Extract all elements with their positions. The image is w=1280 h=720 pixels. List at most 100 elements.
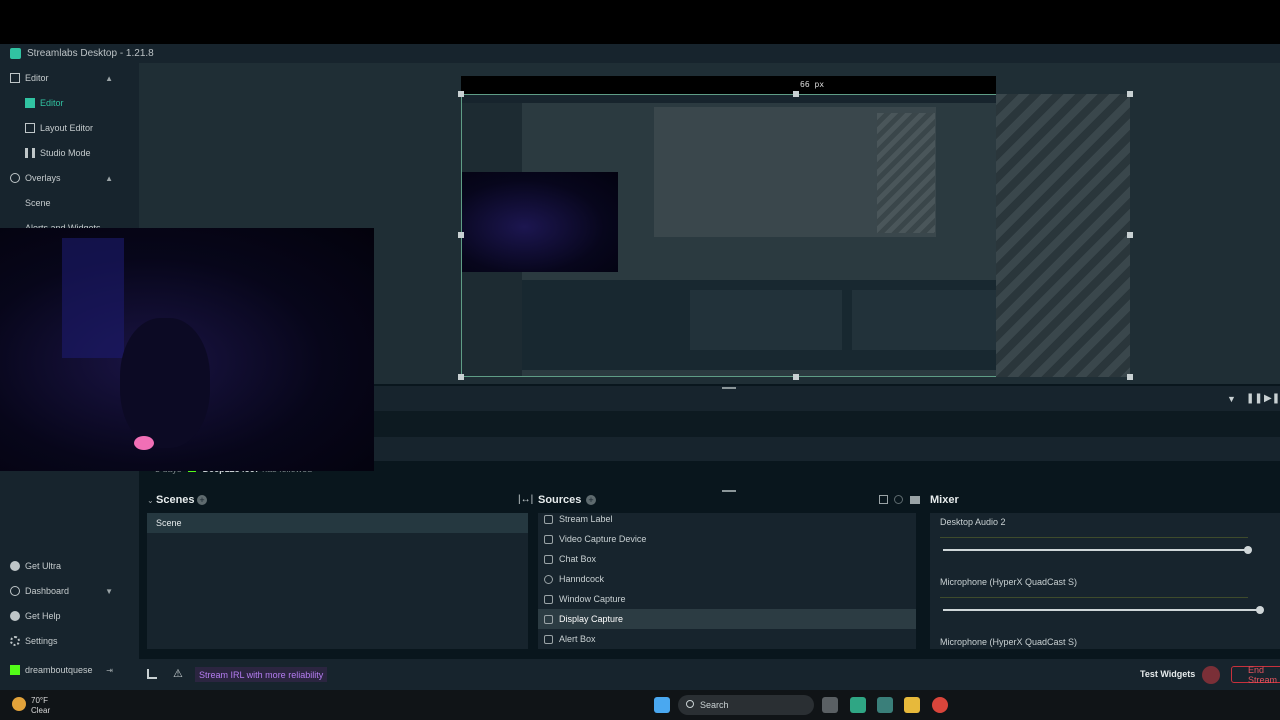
sidebar-item-label: dreamboutquese bbox=[25, 665, 93, 675]
weather-temp: 70°F bbox=[31, 696, 48, 705]
source-visibility-icon[interactable] bbox=[894, 495, 903, 504]
search-icon bbox=[686, 700, 694, 708]
sidebar-section-overlays[interactable]: Overlays ▲ bbox=[0, 168, 139, 188]
source-item[interactable]: Stream Label bbox=[538, 509, 916, 529]
drag-handle[interactable] bbox=[722, 387, 736, 389]
sidebar-item-editor[interactable]: Editor bbox=[0, 93, 139, 113]
sidebar-item-label: Get Help bbox=[25, 611, 61, 621]
sidebar-item-label: Dashboard bbox=[25, 586, 70, 596]
chrome-icon[interactable] bbox=[932, 697, 948, 713]
audio-meter bbox=[940, 537, 1248, 538]
sidebar-item-get-help[interactable]: Get Help bbox=[0, 606, 139, 626]
pause-icon[interactable]: ❚❚ bbox=[1246, 393, 1263, 404]
search-placeholder: Search bbox=[700, 700, 729, 710]
resize-handle[interactable] bbox=[458, 374, 464, 380]
source-item[interactable]: Alert Box bbox=[538, 629, 916, 649]
drag-handle[interactable] bbox=[722, 490, 736, 492]
chat-icon bbox=[544, 554, 553, 564]
app-taskbar-icon[interactable] bbox=[877, 697, 893, 713]
kick-logo-icon bbox=[10, 665, 20, 675]
scene-transitions-icon[interactable]: |↔| bbox=[518, 494, 533, 505]
monitor-icon bbox=[544, 614, 553, 624]
sidebar-section-editor[interactable]: Editor ▲ bbox=[0, 68, 139, 88]
overlays-icon bbox=[10, 173, 20, 183]
resize-handle[interactable] bbox=[458, 91, 464, 97]
dashboard-icon bbox=[10, 586, 20, 596]
camera-icon bbox=[544, 534, 553, 544]
canvas-overflow-hatch bbox=[996, 94, 1130, 377]
sidebar-item-label: Get Ultra bbox=[25, 561, 62, 571]
sidebar-item-label: Overlays bbox=[25, 173, 61, 183]
mixer-channel-name: Microphone (HyperX QuadCast S) bbox=[940, 577, 1078, 587]
sidebar-item-settings[interactable]: Settings bbox=[0, 631, 139, 651]
sidebar-item-get-ultra[interactable]: Get Ultra bbox=[0, 556, 139, 576]
volume-slider[interactable] bbox=[943, 549, 1248, 551]
add-scene-icon[interactable]: + bbox=[197, 495, 207, 505]
source-label: Hanndcock bbox=[559, 574, 605, 584]
chevron-up-icon[interactable]: ▲ bbox=[105, 174, 113, 183]
streamlabs-taskbar-icon[interactable] bbox=[850, 697, 866, 713]
volume-slider[interactable] bbox=[943, 609, 1260, 611]
sidebar-item-scene[interactable]: Scene bbox=[0, 193, 139, 213]
source-item[interactable]: Window Capture bbox=[538, 589, 916, 609]
pixel-readout: 66 px bbox=[800, 80, 825, 89]
streamlabs-logo-icon bbox=[10, 48, 21, 59]
sidebar-item-label: Editor bbox=[25, 73, 49, 83]
stats-icon[interactable] bbox=[147, 669, 157, 679]
volume-slider-knob[interactable] bbox=[1244, 546, 1252, 554]
weather-icon bbox=[12, 697, 26, 711]
alert-warning-icon[interactable]: ⚠ bbox=[173, 667, 183, 680]
sidebar-item-layout-editor[interactable]: Layout Editor bbox=[0, 118, 139, 138]
logout-icon[interactable]: ⇥ bbox=[106, 666, 113, 675]
volume-slider-knob[interactable] bbox=[1256, 606, 1264, 614]
source-label: Alert Box bbox=[559, 634, 596, 644]
scene-item[interactable]: Scene bbox=[147, 513, 528, 533]
editor-icon bbox=[10, 73, 20, 83]
test-widgets-button[interactable]: Test Widgets bbox=[1140, 669, 1195, 679]
canvas-ruler-bar bbox=[461, 76, 996, 94]
mixer-title: Mixer bbox=[930, 494, 959, 506]
scene-list bbox=[147, 513, 528, 649]
promo-link[interactable]: Stream IRL with more reliability bbox=[195, 667, 328, 682]
add-source-icon[interactable]: + bbox=[586, 495, 596, 505]
source-folder-icon[interactable] bbox=[910, 496, 920, 504]
mixer-channel-name: Desktop Audio 2 bbox=[940, 517, 1006, 527]
gear-icon bbox=[10, 636, 20, 646]
webcam-preview-source[interactable] bbox=[462, 172, 618, 272]
source-item[interactable]: Hanndcock bbox=[538, 569, 916, 589]
skip-icon[interactable]: ▶❚ bbox=[1264, 393, 1280, 404]
sidebar-item-dashboard[interactable]: Dashboard ▼ bbox=[0, 581, 139, 601]
resize-handle[interactable] bbox=[1127, 91, 1133, 97]
source-item[interactable]: Video Capture Device bbox=[538, 529, 916, 549]
sidebar-item-account[interactable]: dreamboutquese ⇥ bbox=[0, 660, 139, 680]
collapse-icon[interactable]: ⌄ bbox=[147, 496, 154, 505]
studio-mode-icon bbox=[25, 148, 35, 158]
editor-icon bbox=[25, 98, 35, 108]
end-stream-button[interactable]: End Stream bbox=[1231, 665, 1280, 685]
filter-icon[interactable]: ▼ bbox=[1227, 394, 1236, 404]
source-label: Chat Box bbox=[559, 554, 597, 564]
source-item[interactable]: Chat Box bbox=[538, 549, 916, 569]
resize-handle[interactable] bbox=[793, 374, 799, 380]
source-item-selected[interactable]: Display Capture bbox=[538, 609, 916, 629]
taskbar-search[interactable]: Search bbox=[678, 695, 814, 715]
task-view-icon[interactable] bbox=[822, 697, 838, 713]
resize-handle[interactable] bbox=[458, 232, 464, 238]
test-widgets-toggle[interactable] bbox=[1202, 666, 1220, 684]
weather-widget[interactable]: 70°F Clear bbox=[31, 696, 50, 716]
chevron-down-icon[interactable]: ▼ bbox=[105, 587, 113, 596]
resize-handle[interactable] bbox=[793, 91, 799, 97]
source-label: Stream Label bbox=[559, 514, 613, 524]
file-explorer-icon[interactable] bbox=[904, 697, 920, 713]
resize-handle[interactable] bbox=[1127, 232, 1133, 238]
sidebar-item-studio-mode[interactable]: Studio Mode bbox=[0, 143, 139, 163]
windows-taskbar bbox=[0, 690, 1280, 720]
chevron-up-icon[interactable]: ▲ bbox=[105, 74, 113, 83]
source-group-icon[interactable] bbox=[879, 495, 888, 504]
webcam-overlay bbox=[0, 228, 374, 471]
source-label: Window Capture bbox=[559, 594, 626, 604]
weather-desc: Clear bbox=[31, 706, 51, 715]
windows-start-icon[interactable] bbox=[654, 697, 670, 713]
sidebar-item-label: Scene bbox=[25, 198, 51, 208]
resize-handle[interactable] bbox=[1127, 374, 1133, 380]
